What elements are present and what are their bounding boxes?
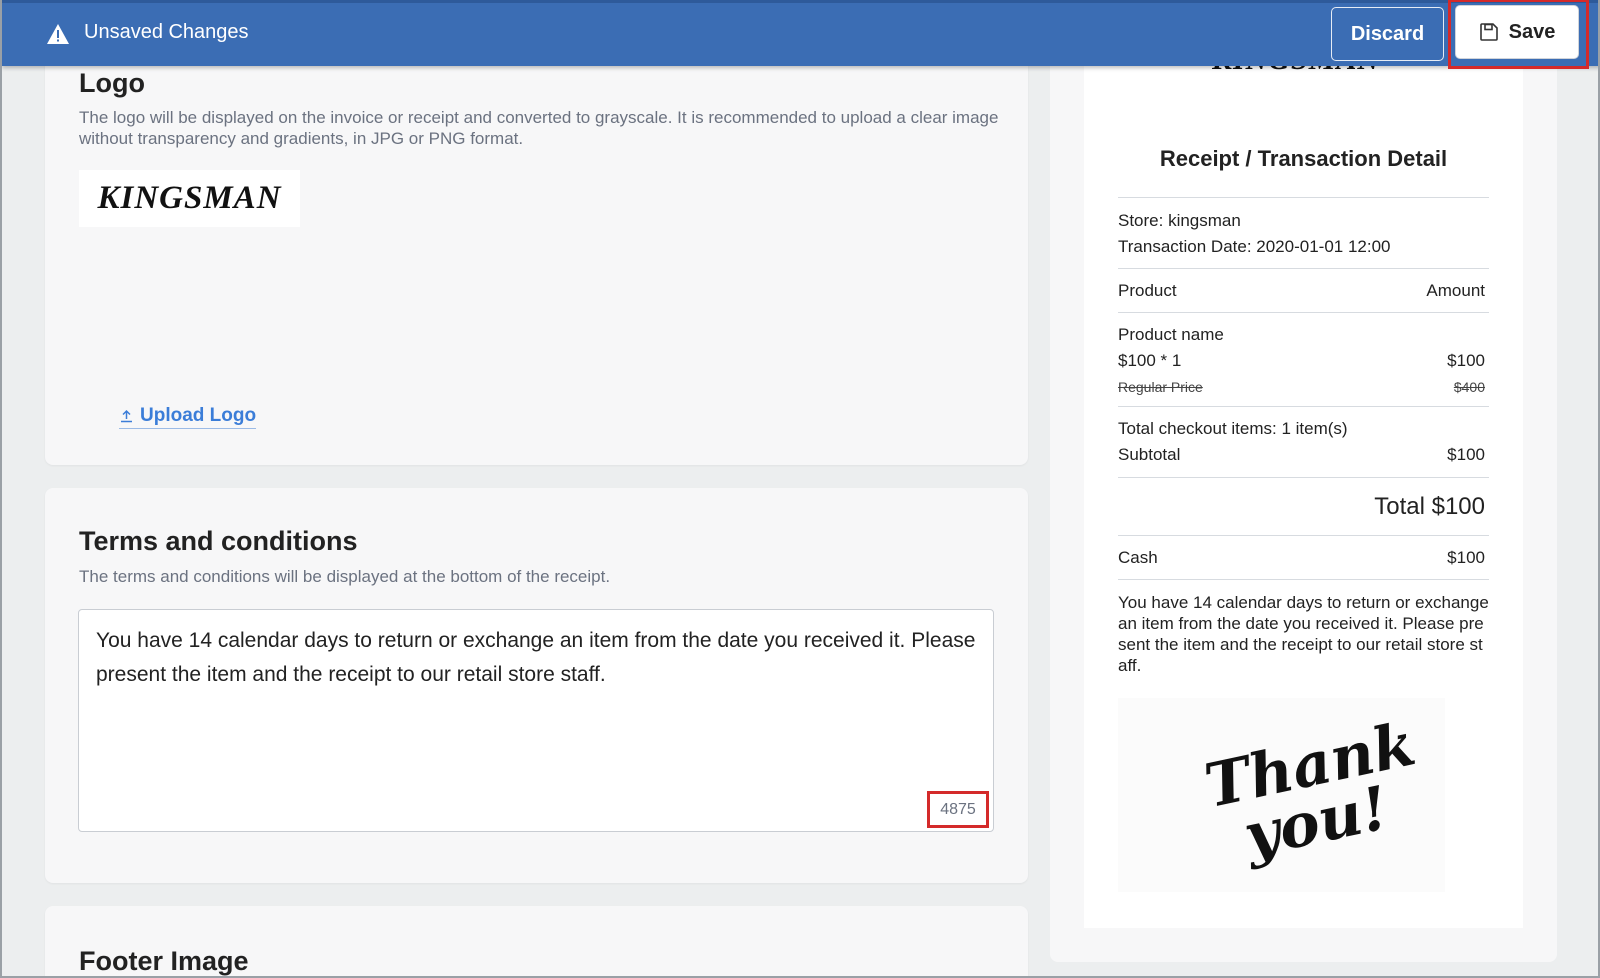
logo-section-title: Logo bbox=[79, 68, 145, 98]
character-counter: 4875 bbox=[927, 791, 989, 828]
save-label: Save bbox=[1508, 20, 1556, 43]
upload-logo-label: Upload Logo bbox=[140, 405, 257, 426]
divider bbox=[1118, 579, 1489, 580]
logo-image-text: KINGSMAN bbox=[97, 180, 282, 216]
receipt-subtotal: $100 bbox=[1447, 445, 1485, 464]
divider bbox=[1118, 268, 1489, 269]
receipt-qty-line: $100 * 1 bbox=[1118, 351, 1182, 370]
receipt-checkout-items: Total checkout items: 1 item(s) bbox=[1118, 419, 1348, 438]
warning-icon bbox=[47, 24, 69, 44]
divider bbox=[1118, 406, 1489, 407]
upload-logo-link[interactable]: Upload Logo bbox=[119, 405, 257, 429]
divider bbox=[1118, 197, 1489, 198]
upload-icon bbox=[121, 409, 132, 422]
discard-button[interactable]: Discard bbox=[1331, 7, 1444, 61]
unsaved-changes-bar: Unsaved Changes Discard bbox=[2, 0, 1598, 66]
thank-you-footer-image: Thank you! bbox=[1118, 698, 1445, 892]
logo-preview: KINGSMAN bbox=[79, 170, 300, 227]
terms-textarea[interactable]: You have 14 calendar days to return or e… bbox=[78, 609, 994, 832]
footer-image-section-title: Footer Image bbox=[79, 946, 249, 976]
divider bbox=[1118, 535, 1489, 536]
terms-section-description: The terms and conditions will be display… bbox=[79, 567, 611, 586]
receipt-store: Store: kingsman bbox=[1118, 211, 1241, 230]
receipt-regular-price: $400 bbox=[1453, 379, 1485, 395]
receipt-qty-amount: $100 bbox=[1447, 351, 1485, 370]
divider bbox=[1118, 312, 1489, 313]
receipt-col-amount: Amount bbox=[1426, 281, 1485, 300]
receipt-regular-price-label: Regular Price bbox=[1118, 379, 1203, 395]
receipt-col-product: Product bbox=[1118, 281, 1177, 300]
receipt-total: Total $100 bbox=[1374, 493, 1485, 520]
receipt-date: Transaction Date: 2020-01-01 12:00 bbox=[1118, 237, 1391, 256]
divider bbox=[1118, 477, 1489, 478]
unsaved-changes-label: Unsaved Changes bbox=[84, 21, 249, 43]
floppy-disk-icon bbox=[1479, 23, 1498, 41]
receipt-payment-label: Cash bbox=[1118, 548, 1158, 567]
logo-section-description: The logo will be displayed on the invoic… bbox=[79, 108, 999, 148]
receipt-subtotal-label: Subtotal bbox=[1118, 445, 1181, 464]
save-button[interactable]: Save bbox=[1455, 5, 1579, 59]
terms-section-title: Terms and conditions bbox=[79, 526, 358, 556]
app-frame: Unsaved Changes Discard Save Logo The lo… bbox=[0, 0, 1600, 978]
receipt-terms: You have 14 calendar days to return or e… bbox=[1118, 593, 1489, 675]
receipt-title: Receipt / Transaction Detail bbox=[1159, 146, 1448, 171]
receipt-payment-amount: $100 bbox=[1447, 548, 1485, 567]
receipt-product-name: Product name bbox=[1118, 325, 1224, 344]
